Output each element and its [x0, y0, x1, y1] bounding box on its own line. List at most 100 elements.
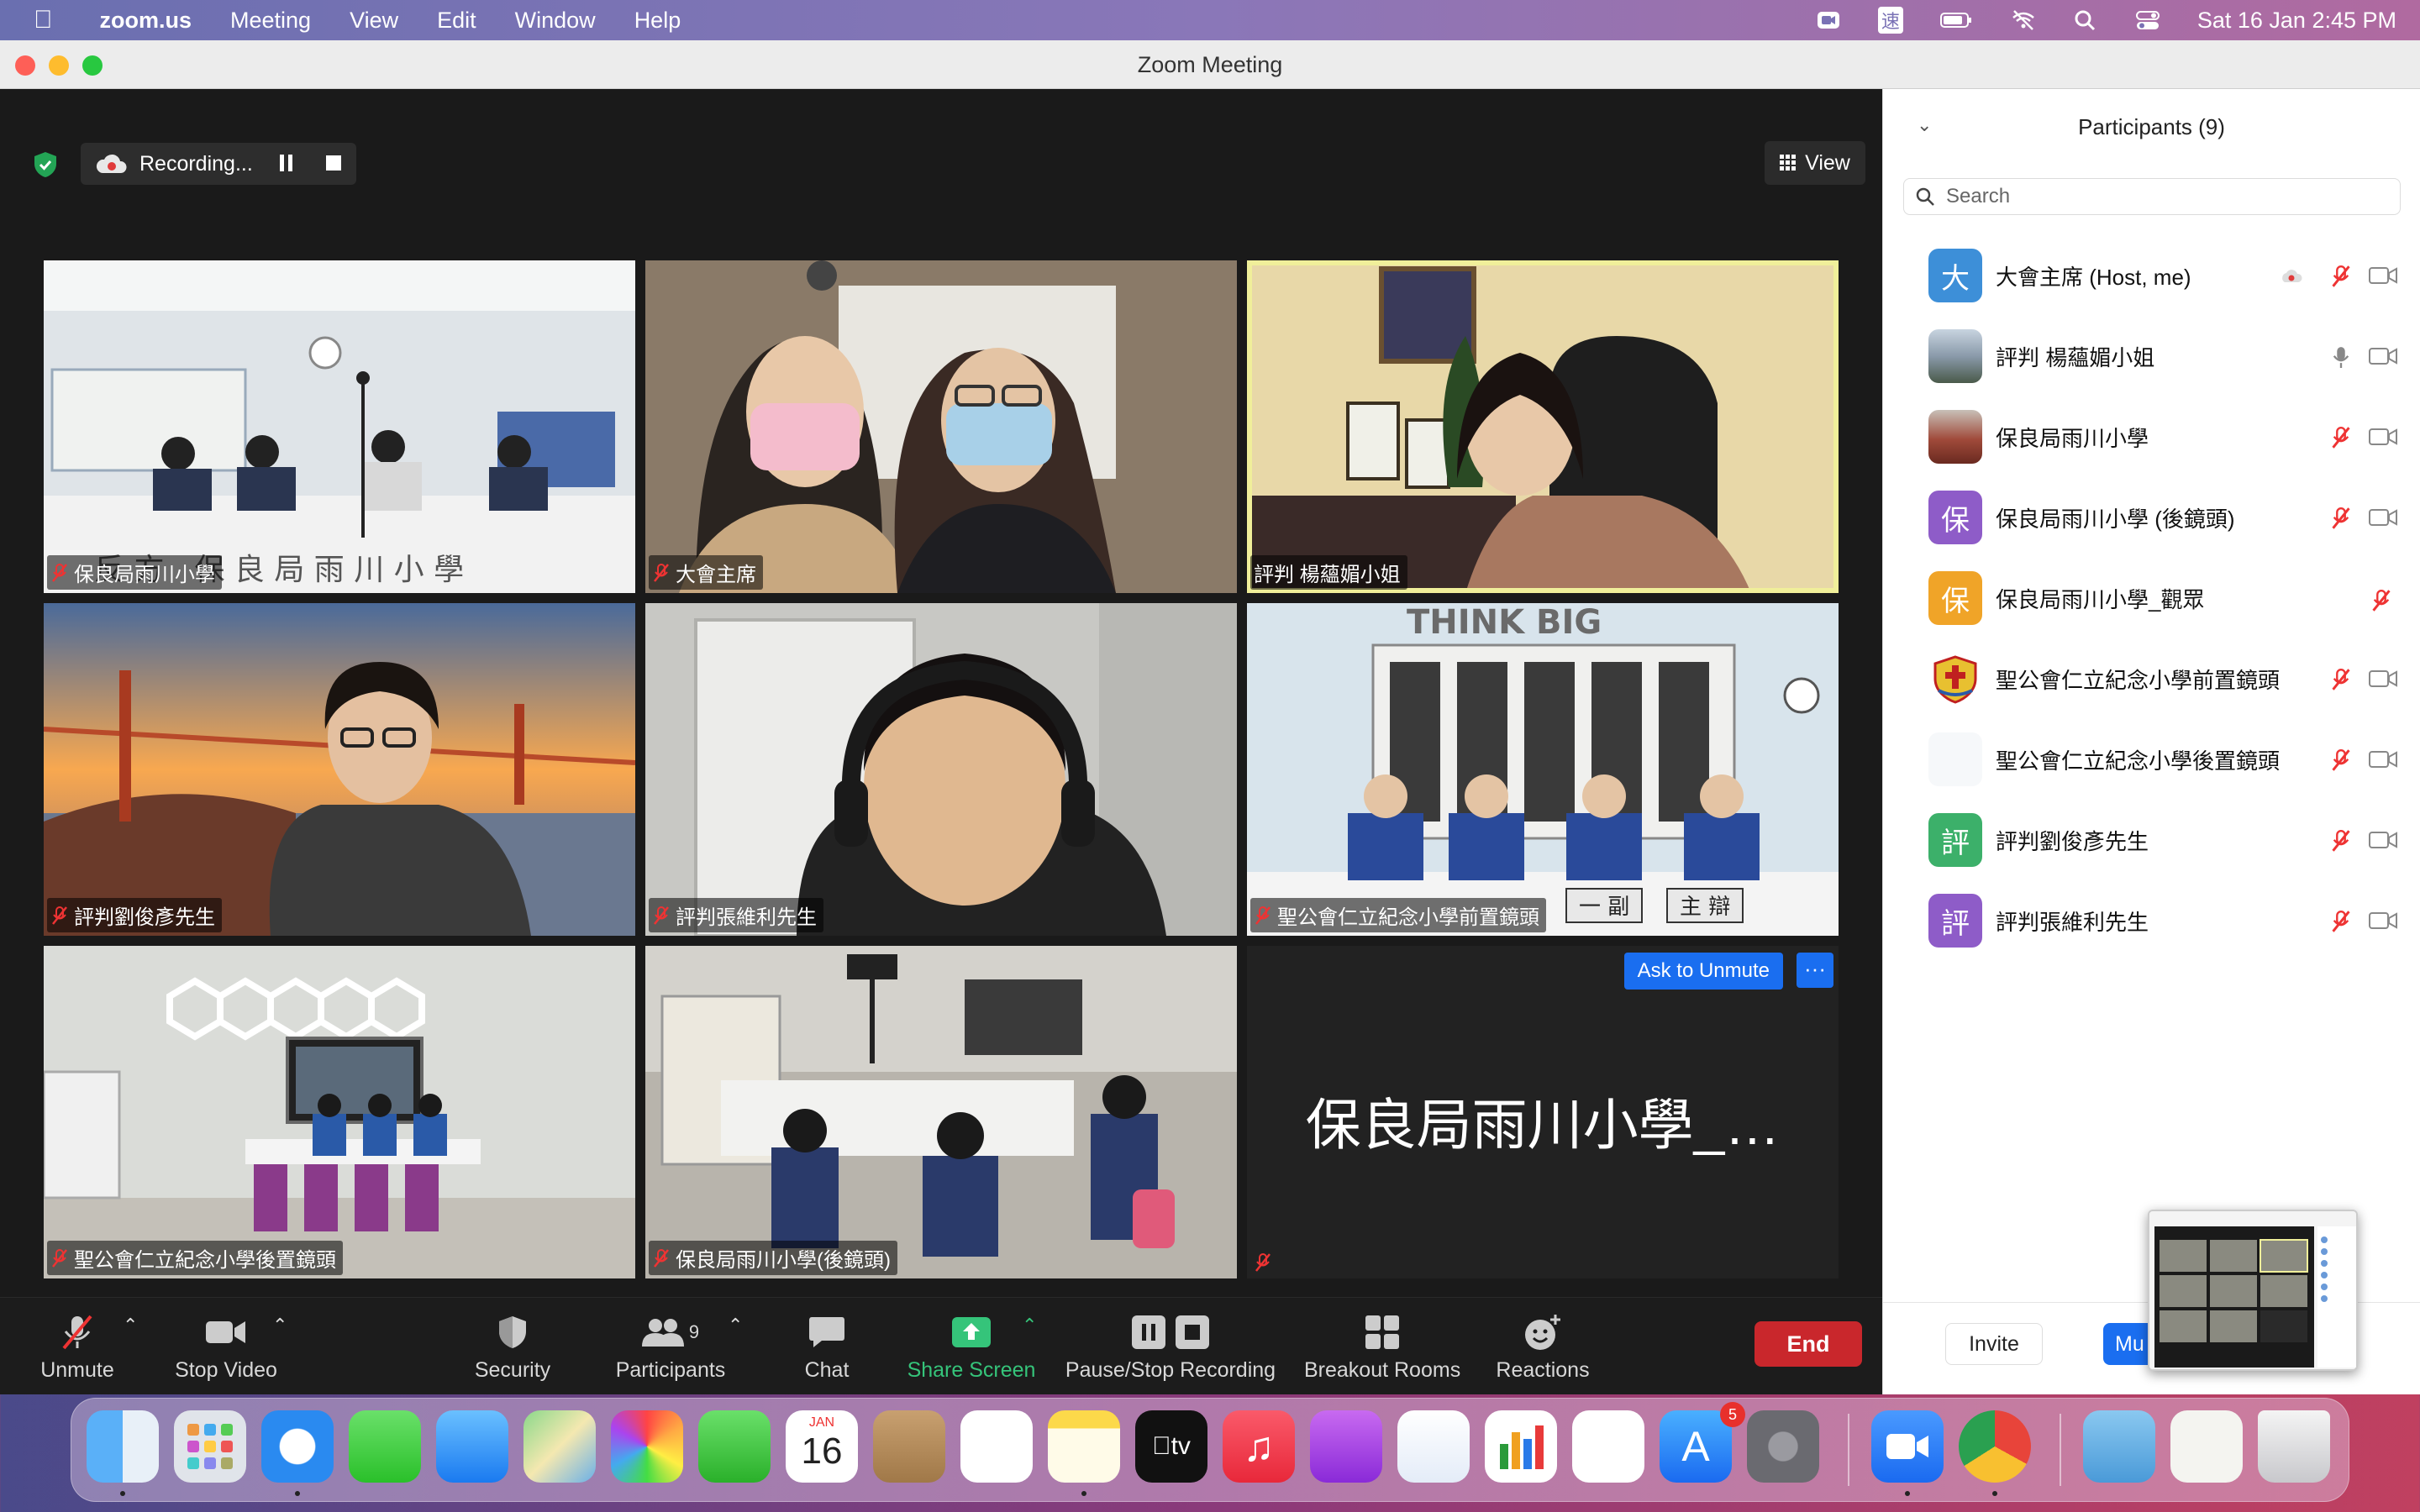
chat-button[interactable]: Chat [793, 1311, 860, 1383]
contacts-icon[interactable] [873, 1410, 945, 1483]
video-tile[interactable]: 保良局雨川小學(後鏡頭) [645, 946, 1237, 1278]
control-center-icon[interactable] [2135, 9, 2160, 31]
mail-icon[interactable] [436, 1410, 508, 1483]
video-feed-image [44, 603, 635, 936]
unmute-button[interactable]: Unmute [37, 1311, 118, 1383]
participant-row[interactable]: 評 評判張維利先生 [1883, 880, 2420, 961]
microphone-icon[interactable] [2330, 344, 2352, 370]
spotlight-search-icon[interactable] [2073, 9, 2098, 31]
video-off-icon[interactable] [2369, 749, 2397, 769]
muted-mic-icon[interactable] [2370, 588, 2392, 613]
calendar-icon[interactable]: JAN 16 [786, 1410, 858, 1483]
apple-tv-icon[interactable]: tv [1135, 1410, 1207, 1483]
muted-mic-icon [1255, 906, 1270, 925]
zoom-status-icon[interactable] [1816, 9, 1841, 31]
menu-window[interactable]: Window [515, 8, 596, 34]
stop-video-button[interactable]: Stop Video [173, 1311, 279, 1383]
video-off-icon[interactable] [2369, 427, 2397, 447]
video-off-icon[interactable] [2369, 669, 2397, 689]
maps-icon[interactable] [523, 1410, 596, 1483]
share-options-chevron-icon[interactable]: ⌃ [1022, 1315, 1037, 1336]
system-preferences-icon[interactable] [1747, 1410, 1819, 1483]
video-tile[interactable]: 反 方 保 良 局 雨 川 小 學 保良局雨川小學 [44, 260, 635, 593]
downloads-folder-icon[interactable] [2083, 1410, 2155, 1483]
podcasts-icon[interactable] [1310, 1410, 1382, 1483]
ask-to-unmute-button[interactable]: Ask to Unmute [1623, 953, 1783, 990]
participant-search-input[interactable]: Search [1903, 178, 2401, 215]
video-options-chevron-icon[interactable]: ⌃ [272, 1315, 287, 1336]
video-off-icon[interactable] [2369, 346, 2397, 366]
muted-mic-icon[interactable] [2330, 828, 2352, 853]
trash-icon[interactable] [2258, 1410, 2330, 1483]
keynote-icon[interactable] [1397, 1410, 1470, 1483]
video-tile[interactable]: 聖公會仁立紀念小學後置鏡頭 [44, 946, 635, 1278]
video-off-icon[interactable] [2369, 830, 2397, 850]
apple-menu-icon[interactable]:  [34, 6, 53, 34]
stop-recording-icon[interactable] [326, 155, 341, 171]
view-button[interactable]: View [1765, 141, 1865, 185]
muted-mic-icon[interactable] [2330, 909, 2352, 934]
video-off-icon[interactable] [2369, 265, 2397, 286]
menu-edit[interactable]: Edit [437, 8, 476, 34]
more-options-button[interactable]: ··· [1797, 953, 1833, 988]
mute-all-button[interactable]: Mu [2103, 1323, 2154, 1365]
muted-mic-icon[interactable] [2330, 506, 2352, 531]
battery-icon[interactable] [1939, 9, 1974, 31]
menu-meeting[interactable]: Meeting [230, 8, 311, 34]
participants-options-chevron-icon[interactable]: ⌃ [728, 1315, 743, 1336]
pause-recording-icon[interactable] [279, 155, 294, 171]
menu-view[interactable]: View [350, 8, 398, 34]
facetime-icon[interactable] [698, 1410, 771, 1483]
audio-options-chevron-icon[interactable]: ⌃ [123, 1315, 138, 1336]
participant-row[interactable]: 評 評判劉俊彥先生 [1883, 800, 2420, 880]
participant-row[interactable]: 聖公會仁立紀念小學後置鏡頭 [1883, 719, 2420, 800]
screenshot-thumbnail[interactable] [2148, 1210, 2358, 1371]
share-screen-button[interactable]: Share Screen [904, 1311, 1039, 1383]
muted-mic-icon[interactable] [2330, 748, 2352, 773]
menubar-clock[interactable]: Sat 16 Jan 2:45 PM [2197, 8, 2396, 34]
encryption-shield-icon[interactable] [34, 151, 57, 178]
video-tile[interactable]: 評判張維利先生 [645, 603, 1237, 936]
photos-icon[interactable] [611, 1410, 683, 1483]
app-store-icon[interactable]: A [1660, 1410, 1732, 1483]
end-meeting-button[interactable]: End [1754, 1321, 1862, 1367]
pause-stop-recording-button[interactable]: Pause/Stop Recording [1064, 1311, 1277, 1383]
video-off-icon[interactable] [2369, 507, 2397, 528]
chrome-icon[interactable] [1959, 1410, 2031, 1483]
participants-button[interactable]: 9 Participants [612, 1311, 729, 1383]
video-tile[interactable]: 大會主席 [645, 260, 1237, 593]
video-off-icon[interactable] [2369, 911, 2397, 931]
notes-icon[interactable] [1048, 1410, 1120, 1483]
pages-icon[interactable] [1572, 1410, 1644, 1483]
launchpad-icon[interactable] [174, 1410, 246, 1483]
muted-mic-icon[interactable] [2330, 264, 2352, 289]
wifi-off-icon[interactable] [2011, 9, 2036, 31]
participant-row[interactable]: 大 大會主席 (Host, me) [1883, 235, 2420, 316]
music-icon[interactable]: ♫ [1223, 1410, 1295, 1483]
video-tile-no-video[interactable]: Ask to Unmute ··· 保良局雨川小學_… [1247, 946, 1839, 1278]
finder-icon[interactable] [87, 1410, 159, 1483]
reminders-icon[interactable] [960, 1410, 1033, 1483]
menu-help[interactable]: Help [634, 8, 681, 34]
recent-documents-stack-icon[interactable] [2170, 1410, 2243, 1483]
breakout-rooms-button[interactable]: Breakout Rooms [1304, 1311, 1460, 1383]
participant-row[interactable]: 保 保良局雨川小學_觀眾 [1883, 558, 2420, 638]
zoom-icon[interactable] [1871, 1410, 1944, 1483]
video-tile[interactable]: 評判劉俊彥先生 [44, 603, 635, 936]
participant-row[interactable]: 評判 楊蘊媚小姐 [1883, 316, 2420, 396]
numbers-icon[interactable] [1485, 1410, 1557, 1483]
video-tile[interactable]: THINK BIG 一 副 主 辯 聖公會仁立紀念小學前置鏡頭 [1247, 603, 1839, 936]
muted-mic-icon[interactable] [2330, 425, 2352, 450]
participant-row[interactable]: 保 保良局雨川小學 (後鏡頭) [1883, 477, 2420, 558]
muted-mic-icon[interactable] [2330, 667, 2352, 692]
video-tile-active-speaker[interactable]: 評判 楊蘊媚小姐 [1247, 260, 1839, 593]
participant-row[interactable]: 聖公會仁立紀念小學前置鏡頭 [1883, 638, 2420, 719]
safari-icon[interactable] [261, 1410, 334, 1483]
messages-icon[interactable] [349, 1410, 421, 1483]
security-button[interactable]: Security [471, 1311, 555, 1383]
input-method-indicator[interactable]: 速 [1877, 7, 1903, 34]
participant-row[interactable]: 保良局雨川小學 [1883, 396, 2420, 477]
app-menu[interactable]: zoom.us [100, 8, 192, 34]
reactions-button[interactable]: Reactions [1492, 1311, 1593, 1383]
invite-button[interactable]: Invite [1945, 1323, 2043, 1365]
